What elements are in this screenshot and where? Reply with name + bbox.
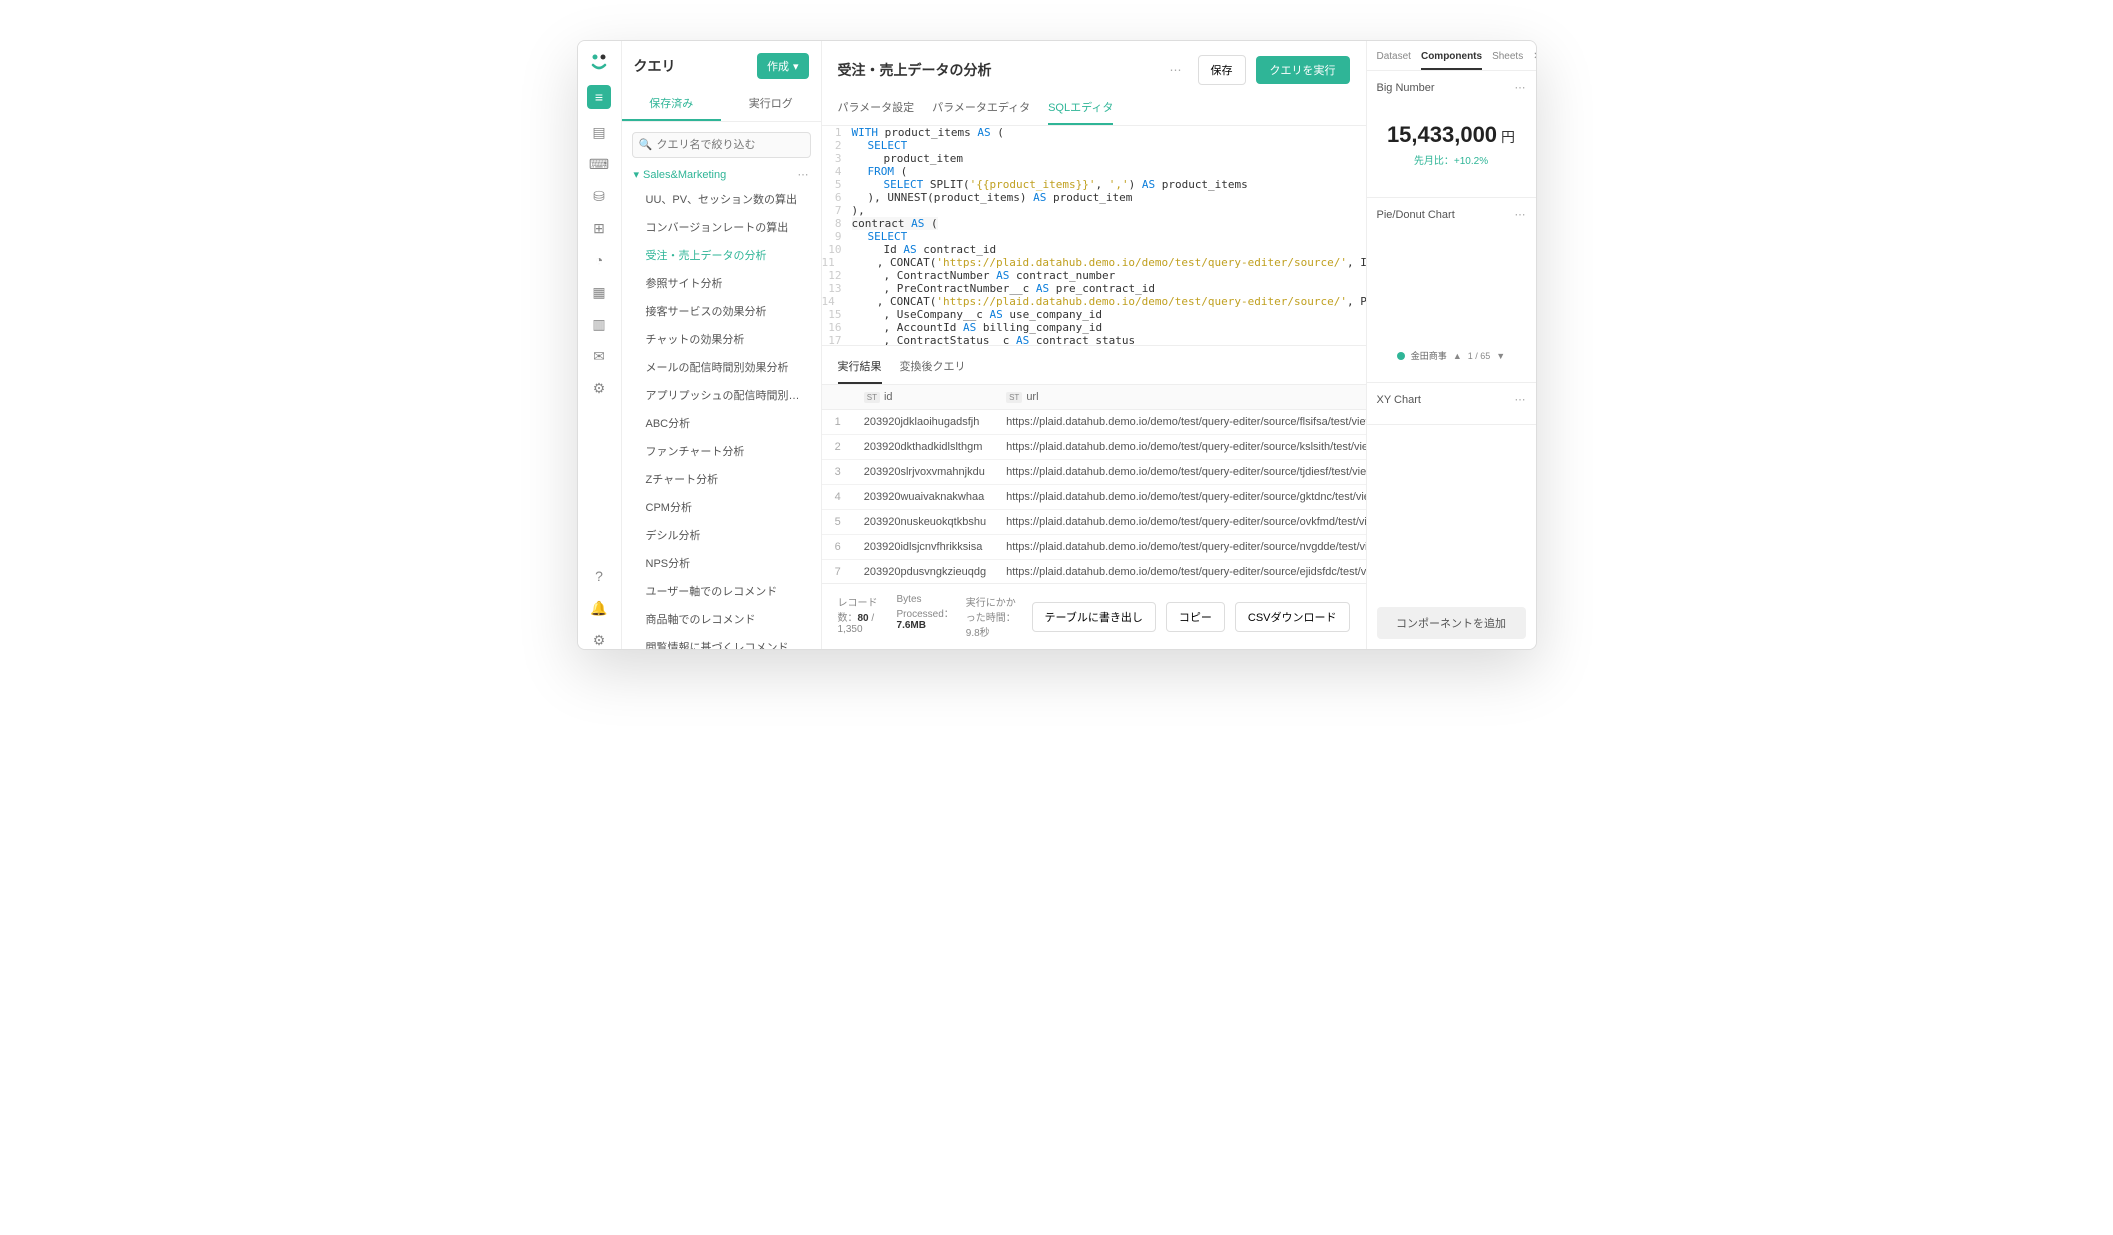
query-item[interactable]: メールの配信時間別効果分析	[622, 353, 821, 381]
tab-execution-log[interactable]: 実行ログ	[721, 87, 821, 121]
rail-datasource-icon[interactable]: ▤	[590, 123, 608, 141]
bignum-value: 15,433,000	[1387, 122, 1497, 147]
table-row[interactable]: 2203920dkthadkidlslthgmhttps://plaid.dat…	[822, 435, 1366, 460]
search-icon: 🔍	[639, 138, 653, 151]
query-item[interactable]: 接客サービスの効果分析	[622, 297, 821, 325]
folder-sales-marketing[interactable]: ▾ Sales&Marketing ⋯	[622, 164, 821, 185]
query-item[interactable]: 閲覧情報に基づくレコメンド	[622, 633, 821, 649]
table-row[interactable]: 4203920wuaivaknakwhaahttps://plaid.datah…	[822, 485, 1366, 510]
query-item[interactable]: ユーザー軸でのレコメンド	[622, 577, 821, 605]
query-item[interactable]: NPS分析	[622, 549, 821, 577]
query-list: UU、PV、セッション数の算出コンバージョンレートの算出受注・売上データの分析参…	[622, 185, 821, 649]
bignum-sublabel: 先月比：+10.2%	[1377, 152, 1526, 167]
rail-storage-icon[interactable]: ⛁	[590, 187, 608, 205]
rail-query-icon[interactable]: ≡	[587, 85, 611, 109]
rtab-components[interactable]: Components	[1421, 51, 1482, 70]
table-row[interactable]: 6203920idlsjcnvfhrikksisahttps://plaid.d…	[822, 535, 1366, 560]
rail-chart-icon[interactable]: ◔	[590, 251, 608, 269]
chevron-down-icon: ▾	[793, 60, 799, 73]
query-item[interactable]: ABC分析	[622, 409, 821, 437]
query-item[interactable]: UU、PV、セッション数の算出	[622, 185, 821, 213]
result-footer: レコード数：80 / 1,350 Bytes Processed：7.6MB 実…	[822, 583, 1366, 649]
rail-notifications-icon[interactable]: 🔔	[590, 599, 608, 617]
tab-result[interactable]: 実行結果	[838, 354, 882, 384]
component-more-icon[interactable]: ⋯	[1515, 393, 1526, 406]
export-table-button[interactable]: テーブルに書き出し	[1032, 602, 1156, 632]
tab-sql-editor[interactable]: SQLエディタ	[1048, 93, 1113, 125]
table-row[interactable]: 5203920nuskeuokqtkbshuhttps://plaid.data…	[822, 510, 1366, 535]
table-row[interactable]: 3203920slrjvoxvmahnjkduhttps://plaid.dat…	[822, 460, 1366, 485]
column-header[interactable]: STid	[854, 385, 996, 410]
query-item[interactable]: ファンチャート分析	[622, 437, 821, 465]
query-item[interactable]: Zチャート分析	[622, 465, 821, 493]
query-item[interactable]: 受注・売上データの分析	[622, 241, 821, 269]
rail-account-icon[interactable]: ⚙	[590, 631, 608, 649]
result-table-wrap[interactable]: STidSTurlINn 1203920jdklaoihugadsfjhhttp…	[822, 385, 1366, 583]
legend-next-icon[interactable]: ▼	[1496, 351, 1505, 361]
page-more-icon[interactable]: ⋯	[1164, 63, 1188, 77]
rail-export-icon[interactable]: ✉	[590, 347, 608, 365]
legend-prev-icon[interactable]: ▲	[1453, 351, 1462, 361]
copy-button[interactable]: コピー	[1166, 602, 1225, 632]
rtab-sheets[interactable]: Sheets	[1492, 51, 1523, 62]
right-panel: Dataset Components Sheets ✕ Big Number⋯ …	[1366, 41, 1536, 649]
app-frame: ≡ ▤ ⌨ ⛁ ⊞ ◔ ▦ ▥ ✉ ⚙ ? 🔔 ⚙ クエリ 作成 ▾ 保存済み …	[577, 40, 1537, 650]
close-panel-icon[interactable]: ✕	[1533, 51, 1536, 62]
query-item[interactable]: 参照サイト分析	[622, 269, 821, 297]
page-title: 受注・売上データの分析	[838, 60, 1154, 80]
tab-params[interactable]: パラメータ設定	[838, 93, 915, 125]
nav-rail: ≡ ▤ ⌨ ⛁ ⊞ ◔ ▦ ▥ ✉ ⚙ ? 🔔 ⚙	[578, 41, 622, 649]
query-item[interactable]: コンバージョンレートの算出	[622, 213, 821, 241]
rail-settings-icon[interactable]: ⚙	[590, 379, 608, 397]
run-query-button[interactable]: クエリを実行	[1256, 56, 1350, 84]
sidebar-title: クエリ	[634, 56, 676, 76]
component-big-number: Big Number⋯ 15,433,000円 先月比：+10.2%	[1367, 71, 1536, 198]
rail-sql-icon[interactable]: ⌨	[590, 155, 608, 173]
csv-download-button[interactable]: CSVダウンロード	[1235, 602, 1350, 632]
query-sidebar: クエリ 作成 ▾ 保存済み 実行ログ 🔍 ▾ Sales&Marketing ⋯…	[622, 41, 822, 649]
rail-dashboard-icon[interactable]: ▦	[590, 283, 608, 301]
rail-help-icon[interactable]: ?	[590, 567, 608, 585]
query-item[interactable]: デシル分析	[622, 521, 821, 549]
table-row[interactable]: 1203920jdklaoihugadsfjhhttps://plaid.dat…	[822, 410, 1366, 435]
tab-saved[interactable]: 保存済み	[622, 87, 722, 121]
legend-dot-icon	[1397, 352, 1405, 360]
sql-editor[interactable]: 1WITH product_items AS (2SELECT3product_…	[822, 126, 1366, 346]
component-pie-chart: Pie/Donut Chart⋯ 金田商事 ▲ 1 / 65 ▼	[1367, 198, 1536, 383]
result-table: STidSTurlINn 1203920jdklaoihugadsfjhhttp…	[822, 385, 1366, 583]
app-logo[interactable]	[589, 51, 609, 71]
folder-more-icon[interactable]: ⋯	[798, 168, 809, 181]
chevron-down-icon: ▾	[634, 168, 640, 181]
tab-param-editor[interactable]: パラメータエディタ	[932, 93, 1030, 125]
save-button[interactable]: 保存	[1198, 55, 1246, 85]
query-item[interactable]: 商品軸でのレコメンド	[622, 605, 821, 633]
rail-apps-icon[interactable]: ⊞	[590, 219, 608, 237]
component-more-icon[interactable]: ⋯	[1515, 81, 1526, 94]
rail-table-icon[interactable]: ▥	[590, 315, 608, 333]
search-input[interactable]	[632, 132, 811, 158]
query-item[interactable]: チャットの効果分析	[622, 325, 821, 353]
component-more-icon[interactable]: ⋯	[1515, 208, 1526, 221]
table-row[interactable]: 7203920pdusvngkzieuqdghttps://plaid.data…	[822, 560, 1366, 584]
query-item[interactable]: アプリプッシュの配信時間別効果	[622, 381, 821, 409]
column-header[interactable]: STurl	[996, 385, 1365, 410]
tab-converted-query[interactable]: 変換後クエリ	[900, 354, 966, 384]
query-item[interactable]: CPM分析	[622, 493, 821, 521]
component-xy-chart: XY Chart⋯	[1367, 383, 1536, 425]
main-panel: 受注・売上データの分析 ⋯ 保存 クエリを実行 パラメータ設定 パラメータエディ…	[822, 41, 1366, 649]
add-component-button[interactable]: コンポーネントを追加	[1377, 607, 1526, 639]
rtab-dataset[interactable]: Dataset	[1377, 51, 1411, 62]
create-button[interactable]: 作成 ▾	[757, 53, 809, 79]
